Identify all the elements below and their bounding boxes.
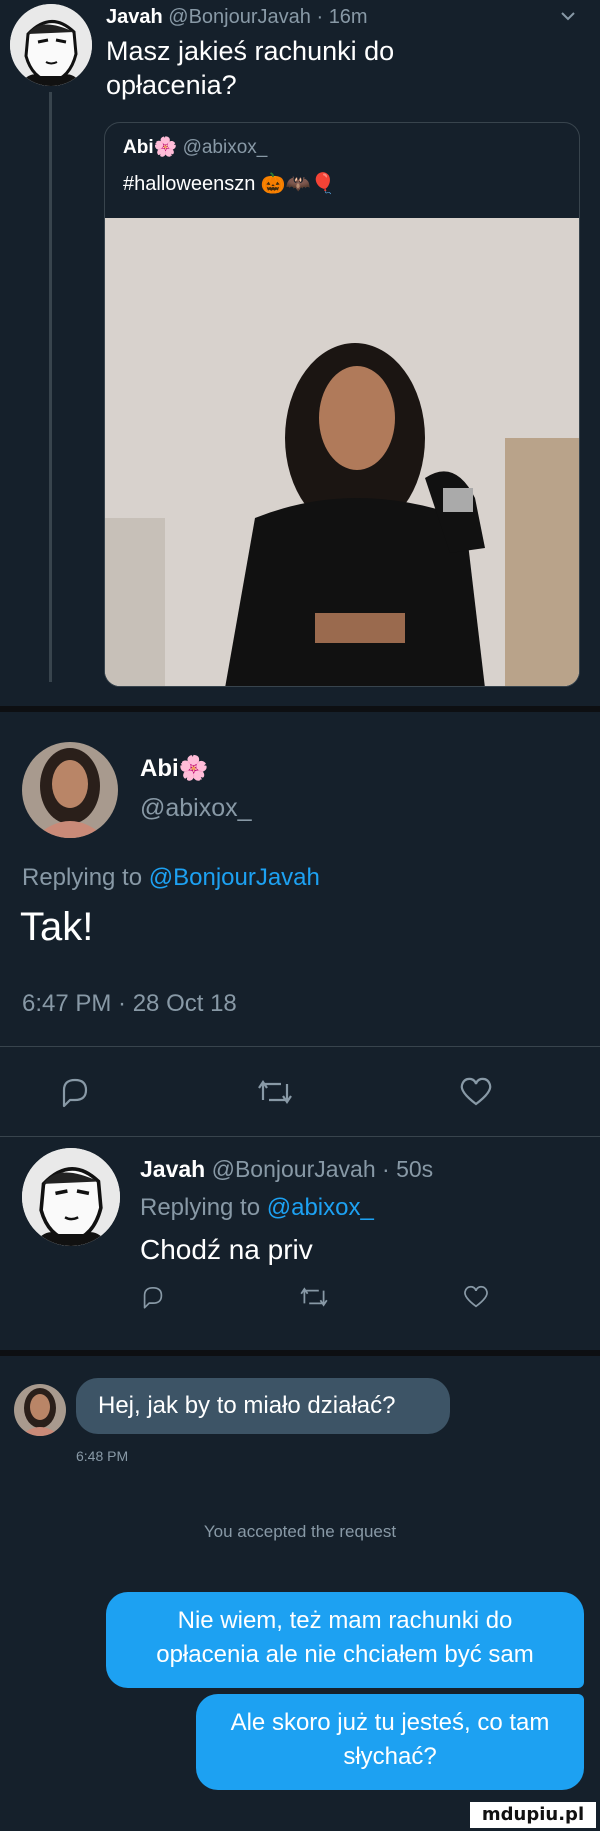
replying-to-line: Replying to @BonjourJavah	[22, 864, 320, 892]
reply-header: Javah @BonjourJavah · 50s	[140, 1156, 433, 1183]
replying-handle-link[interactable]: @BonjourJavah	[149, 864, 320, 891]
divider	[0, 1046, 600, 1047]
woman-avatar-icon	[22, 742, 118, 838]
quoted-header: Abi🌸 @abixox_	[123, 135, 267, 159]
reply-time[interactable]: 50s	[396, 1156, 433, 1182]
divider	[0, 1136, 600, 1137]
outgoing-message-bubble[interactable]: Ale skoro już tu jesteś, co tam słychać?	[196, 1694, 584, 1790]
author-handle[interactable]: @BonjourJavah	[168, 6, 311, 28]
replying-prefix: Replying to	[22, 864, 143, 891]
reply-text: Chodź na priv	[140, 1234, 313, 1265]
quoted-hashtag[interactable]: #halloweenszn	[123, 173, 255, 195]
javah-avatar[interactable]	[10, 4, 92, 86]
quoted-emojis: 🎃🦇🎈	[260, 173, 336, 195]
incoming-message-time: 6:48 PM	[76, 1448, 129, 1464]
replying-handle-link[interactable]: @abixox_	[267, 1194, 374, 1221]
quoted-author-handle[interactable]: @abixox_	[183, 137, 268, 158]
tweet-text: Masz jakieś rachunki do opłacenia?	[106, 36, 395, 100]
quoted-tweet-panel: Javah @BonjourJavah · 16m Masz jakieś ra…	[0, 0, 600, 706]
outgoing-message-bubble[interactable]: Nie wiem, też mam rachunki do opłacenia …	[106, 1592, 584, 1688]
sketch-face-icon	[22, 1148, 120, 1246]
author-name[interactable]: Javah	[106, 6, 163, 28]
replying-prefix: Replying to	[140, 1194, 261, 1221]
author-name[interactable]: Abi	[140, 755, 179, 782]
time-separator: ·	[382, 1156, 390, 1182]
outgoing-message-text: Ale skoro już tu jesteś, co tam słychać?	[230, 1709, 550, 1770]
reply-replying-to: Replying to @abixox_	[140, 1194, 374, 1222]
tweet-text: Tak!	[20, 905, 94, 949]
quoted-photo[interactable]	[105, 218, 579, 686]
quoted-tweet-card[interactable]: Abi🌸 @abixox_ #halloweenszn 🎃🦇🎈	[104, 122, 580, 687]
abi-avatar[interactable]	[22, 742, 118, 838]
reply-thread-panel: Abi🌸 @abixox_ Replying to @BonjourJavah …	[0, 712, 600, 1350]
retweet-icon[interactable]	[255, 1076, 295, 1108]
direct-messages-panel: Hej, jak by to miało działać? 6:48 PM Yo…	[0, 1356, 600, 1831]
quoted-text-row: #halloweenszn 🎃🦇🎈	[123, 171, 336, 196]
javah-avatar[interactable]	[22, 1148, 120, 1246]
reply-icon[interactable]	[58, 1076, 92, 1108]
woman-avatar-icon	[14, 1384, 66, 1436]
thread-line	[49, 92, 52, 682]
like-heart-icon[interactable]	[458, 1076, 494, 1108]
incoming-message-bubble[interactable]: Hej, jak by to miało działać?	[76, 1378, 450, 1434]
flower-icon: 🌸	[153, 137, 178, 158]
tweet-timestamp[interactable]: 6:47 PM · 28 Oct 18	[22, 990, 237, 1018]
reply-author-handle[interactable]: @BonjourJavah	[212, 1156, 376, 1182]
tweet-time[interactable]: 16m	[329, 6, 368, 28]
sender-avatar[interactable]	[14, 1384, 66, 1436]
reply-icon[interactable]	[140, 1284, 166, 1310]
incoming-message-text: Hej, jak by to miało działać?	[98, 1392, 396, 1419]
sketch-face-icon	[10, 4, 92, 86]
reply-author-name[interactable]: Javah	[140, 1156, 205, 1182]
retweet-icon[interactable]	[298, 1284, 330, 1310]
flower-icon: 🌸	[178, 755, 209, 782]
abi-name-row: Abi🌸	[140, 754, 209, 783]
watermark-text: mdupiu.pl	[481, 1804, 585, 1825]
time-separator: ·	[316, 6, 324, 28]
tweet-header: Javah @BonjourJavah · 16m	[106, 6, 368, 29]
request-accepted-notice: You accepted the request	[203, 1522, 397, 1541]
chevron-down-icon[interactable]	[560, 10, 576, 22]
watermark: mdupiu.pl	[470, 1802, 596, 1828]
woman-photo-icon	[105, 218, 579, 686]
like-heart-icon[interactable]	[462, 1284, 490, 1310]
outgoing-message-text: Nie wiem, też mam rachunki do opłacenia …	[156, 1607, 534, 1668]
author-handle[interactable]: @abixox_	[140, 794, 252, 823]
quoted-author-name[interactable]: Abi	[123, 137, 154, 158]
